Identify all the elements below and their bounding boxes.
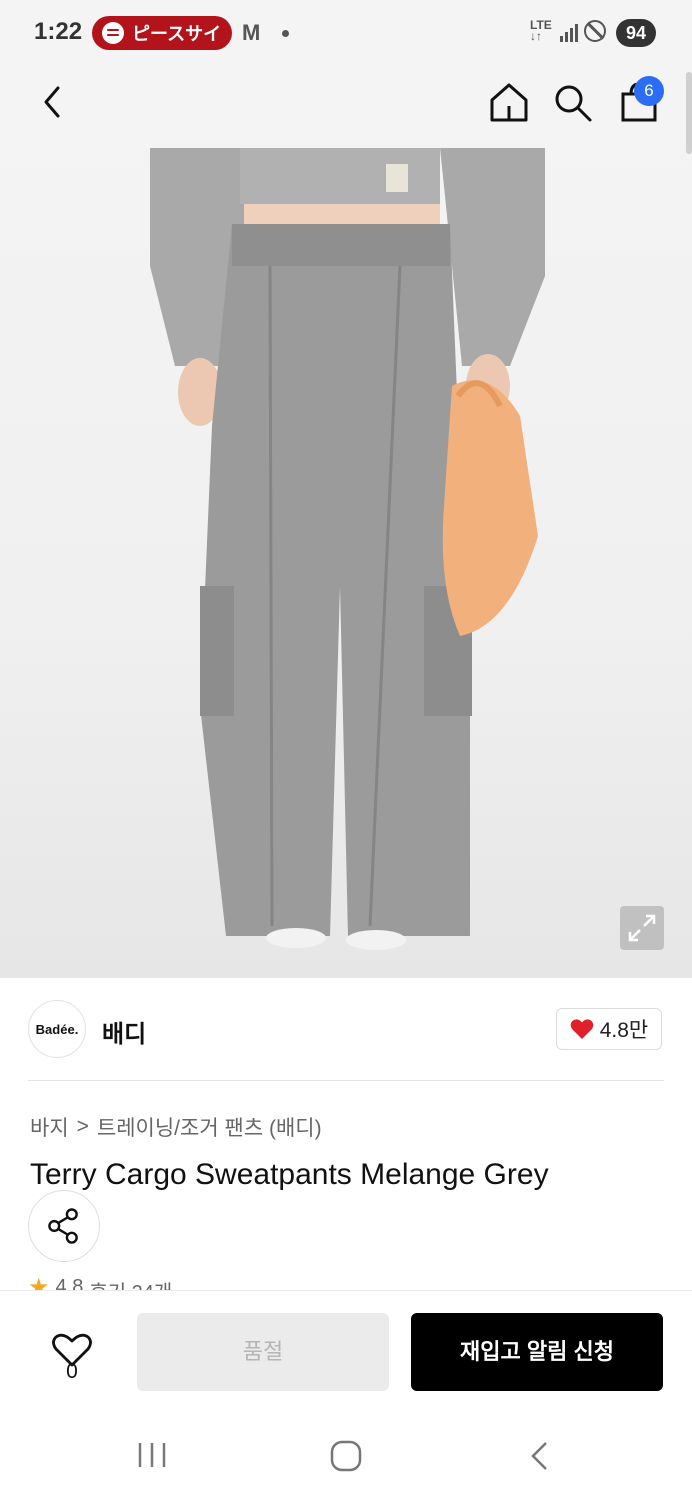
expand-icon[interactable]: [620, 906, 664, 950]
spotify-track-text: ピースサイ: [132, 24, 222, 44]
brand-like-count: 4.8만: [599, 1019, 649, 1042]
restock-alert-button[interactable]: 재입고 알림 신청: [411, 1313, 663, 1391]
product-image[interactable]: [0, 66, 692, 978]
soldout-button: 품절: [137, 1313, 389, 1391]
do-not-disturb-icon: [584, 20, 606, 42]
home-icon[interactable]: [488, 80, 530, 124]
spotify-icon: [102, 22, 124, 44]
back-icon[interactable]: [36, 82, 76, 122]
cart-count-badge: 6: [634, 76, 664, 106]
breadcrumb-category[interactable]: 바지: [30, 1112, 69, 1142]
breadcrumb-separator: >: [76, 1115, 89, 1138]
lte-indicator: LTE ↓↑: [530, 18, 552, 43]
brand-logo[interactable]: Badée.: [28, 1000, 86, 1058]
product-photo-illustration: [150, 148, 545, 950]
scrollbar[interactable]: [686, 72, 692, 154]
network-label: LTE: [530, 18, 552, 32]
brand-like-button[interactable]: 4.8만: [556, 1008, 662, 1050]
signal-icon: [560, 24, 578, 42]
notification-dot-icon: [282, 30, 289, 37]
share-icon[interactable]: [28, 1190, 100, 1262]
product-title: Terry Cargo Sweatpants Melange Grey: [30, 1158, 549, 1191]
wish-count: 0: [66, 1360, 78, 1383]
home-nav-icon[interactable]: [330, 1440, 362, 1472]
gmail-icon: M: [242, 20, 261, 45]
heart-filled-icon: [570, 1019, 594, 1039]
brand-name[interactable]: 배디: [102, 1014, 146, 1049]
breadcrumb-subcategory[interactable]: 트레이닝/조거 팬츠 (배디): [97, 1112, 322, 1142]
recents-icon[interactable]: [136, 1440, 170, 1470]
spotify-now-playing-pill[interactable]: ピースサイ: [92, 16, 232, 50]
battery-indicator: 94: [616, 19, 656, 47]
search-icon[interactable]: [552, 82, 594, 124]
divider: [28, 1080, 664, 1081]
status-time: 1:22: [34, 18, 83, 45]
breadcrumb: 바지 > 트레이닝/조거 팬츠 (배디): [30, 1112, 322, 1142]
back-nav-icon[interactable]: [528, 1440, 552, 1472]
